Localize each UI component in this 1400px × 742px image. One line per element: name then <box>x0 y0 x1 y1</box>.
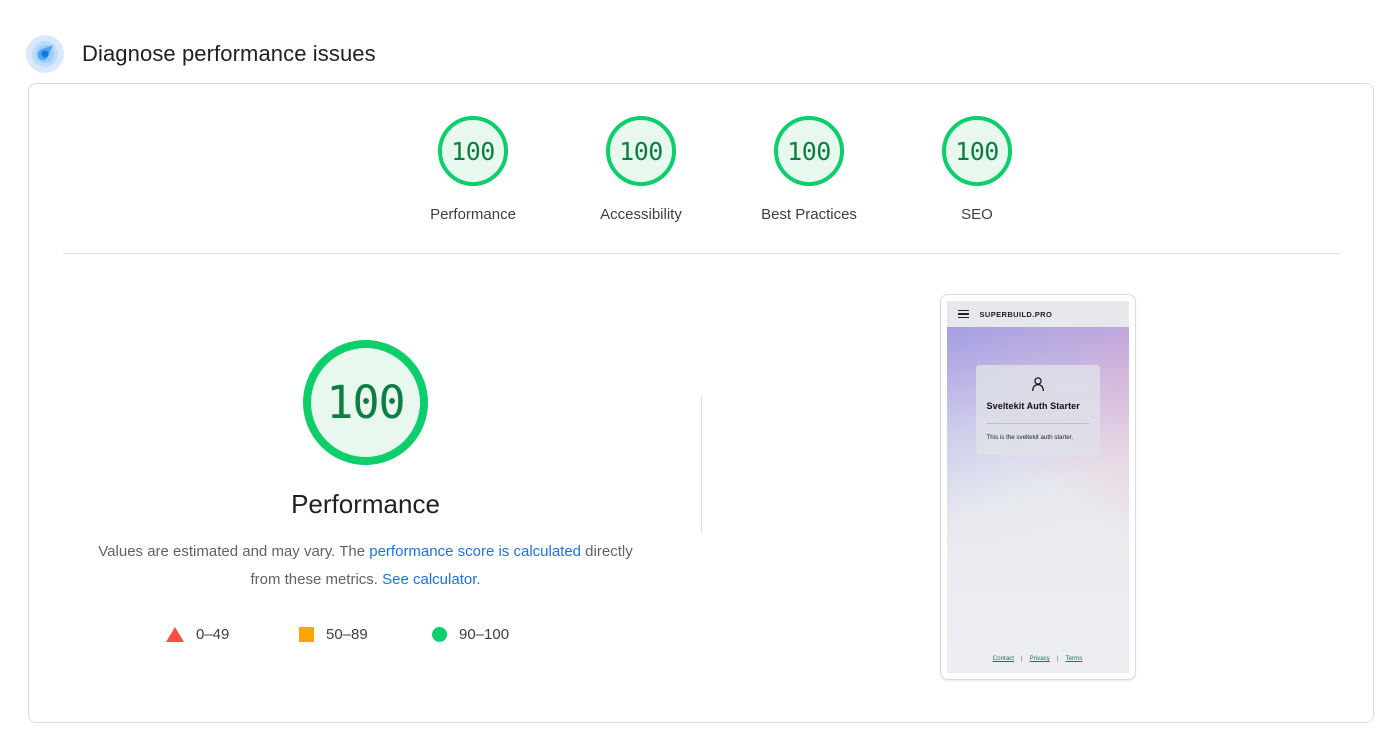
score-value: 100 <box>787 136 831 166</box>
score-value: 100 <box>451 136 495 166</box>
score-legend: 0–49 50–89 90–100 <box>166 626 565 643</box>
page-title: Diagnose performance issues <box>82 40 376 66</box>
score-label: Accessibility <box>600 206 682 223</box>
preview-card-divider <box>986 423 1089 424</box>
score-label: Best Practices <box>761 206 857 223</box>
square-marker-icon <box>299 627 314 642</box>
score-gauge-best-practices[interactable]: 100 Best Practices <box>725 116 893 223</box>
score-value: 100 <box>955 136 999 166</box>
preview-footer-link-privacy[interactable]: Privacy <box>1030 655 1050 662</box>
circle-marker-icon <box>432 627 447 642</box>
person-icon <box>987 377 1089 392</box>
performance-detail-pane: 100 Performance Values are estimated and… <box>29 282 702 680</box>
preview-card-title: Sveltekit Auth Starter <box>986 401 1080 411</box>
performance-gauge-large: 100 <box>303 340 428 465</box>
mobile-screenshot-frame: SUPERBUILD.PRO Sveltekit Auth Starter Th… <box>939 294 1136 680</box>
triangle-marker-icon <box>166 627 184 642</box>
footer-separator: | <box>1056 655 1059 662</box>
legend-item-poor: 0–49 <box>166 626 299 643</box>
lighthouse-report-card: 100 Performance 100 Accessibility 100 Be… <box>28 83 1374 723</box>
vertical-divider <box>701 396 702 533</box>
page-preview-pane: SUPERBUILD.PRO Sveltekit Auth Starter Th… <box>702 282 1373 680</box>
category-title: Performance <box>291 489 440 519</box>
preview-brand: SUPERBUILD.PRO <box>979 309 1053 319</box>
score-value: 100 <box>619 136 663 166</box>
hamburger-icon <box>957 309 969 319</box>
lighthouse-icon <box>26 34 64 73</box>
report-body: 100 Performance Values are estimated and… <box>29 254 1373 680</box>
score-gauge-performance[interactable]: 100 Performance <box>389 116 557 223</box>
preview-footer-link-contact[interactable]: Contact <box>993 655 1014 662</box>
see-calculator-link[interactable]: See calculator. <box>382 571 480 588</box>
preview-site-body: Sveltekit Auth Starter This is the svelt… <box>946 327 1129 673</box>
preview-card-text: This is the sveltekit auth starter. <box>986 434 1074 441</box>
performance-score-calculated-link[interactable]: performance score is calculated <box>369 543 581 560</box>
legend-item-average: 50–89 <box>299 626 432 643</box>
preview-auth-card: Sveltekit Auth Starter This is the svelt… <box>975 365 1100 455</box>
score-label: Performance <box>430 206 516 223</box>
description-text-1: Values are estimated and may vary. The <box>98 543 370 560</box>
performance-description: Values are estimated and may vary. The p… <box>86 538 646 594</box>
preview-site-footer: Contact | Privacy | Terms <box>947 655 1129 662</box>
score-gauge-accessibility[interactable]: 100 Accessibility <box>557 116 725 223</box>
legend-item-good: 90–100 <box>432 626 565 643</box>
preview-site-header: SUPERBUILD.PRO <box>946 301 1129 327</box>
score-gauge-ring: 100 <box>942 116 1012 186</box>
score-summary-strip: 100 Performance 100 Accessibility 100 Be… <box>29 84 1373 223</box>
performance-score-value: 100 <box>326 376 405 429</box>
preview-footer-link-terms[interactable]: Terms <box>1066 655 1083 662</box>
page-header: Diagnose performance issues <box>0 0 1400 83</box>
legend-label: 50–89 <box>326 626 368 643</box>
score-gauge-ring: 100 <box>774 116 844 186</box>
score-gauge-ring: 100 <box>606 116 676 186</box>
mobile-screenshot: SUPERBUILD.PRO Sveltekit Auth Starter Th… <box>946 301 1129 673</box>
score-gauge-seo[interactable]: 100 SEO <box>893 116 1061 223</box>
legend-label: 0–49 <box>196 626 230 643</box>
score-gauge-ring: 100 <box>438 116 508 186</box>
footer-separator: | <box>1020 655 1023 662</box>
score-label: SEO <box>961 206 993 223</box>
legend-label: 90–100 <box>459 626 510 643</box>
lighthouse-icon-center-dot <box>41 50 49 57</box>
